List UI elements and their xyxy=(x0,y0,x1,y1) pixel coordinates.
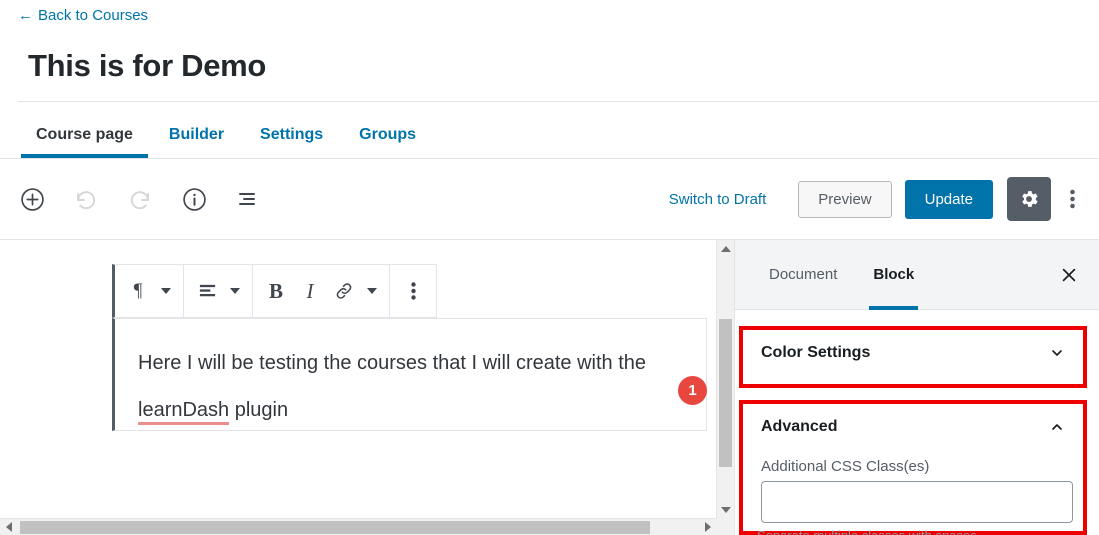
bold-button[interactable]: B xyxy=(259,265,293,317)
more-options-icon[interactable] xyxy=(1055,179,1089,219)
italic-button[interactable]: I xyxy=(293,265,327,317)
left-arrow-icon: ← xyxy=(18,7,33,24)
color-settings-title: Color Settings xyxy=(761,344,871,361)
additional-css-class-input[interactable] xyxy=(761,481,1073,523)
block-navigation-icon[interactable] xyxy=(232,183,264,215)
annotation-badge-1: 1 xyxy=(678,376,707,405)
block-options-vertical-ellipsis-icon[interactable] xyxy=(396,265,430,317)
triangle-down-icon[interactable] xyxy=(717,501,734,518)
advanced-hint-text: Separate multiple classes with spaces. xyxy=(757,528,1087,535)
color-settings-header[interactable]: Color Settings xyxy=(743,330,1083,362)
chevron-up-icon[interactable] xyxy=(1049,419,1065,435)
editor-canvas: ¶ B I Here I will be testing the courses… xyxy=(0,240,716,518)
close-x-icon[interactable] xyxy=(1055,261,1083,289)
vertical-scrollbar-thumb[interactable] xyxy=(719,319,732,467)
align-left-icon[interactable] xyxy=(190,265,224,317)
preview-button[interactable]: Preview xyxy=(798,180,892,218)
advanced-title: Advanced xyxy=(761,418,838,435)
block-options-group xyxy=(390,265,436,317)
block-settings-sidebar: Document Block Color Settings Advanced A… xyxy=(734,240,1099,535)
back-to-courses-link[interactable]: ← Back to Courses xyxy=(18,7,148,24)
triangle-right-icon[interactable] xyxy=(699,519,716,535)
add-block-icon[interactable] xyxy=(16,183,48,215)
update-button[interactable]: Update xyxy=(904,179,993,219)
course-tabs: Course page Builder Settings Groups xyxy=(18,112,434,158)
panel-advanced[interactable]: Advanced Additional CSS Class(es) xyxy=(739,400,1087,535)
horizontal-scrollbar-thumb[interactable] xyxy=(20,521,650,534)
additional-css-class-label: Additional CSS Class(es) xyxy=(761,458,930,475)
sidebar-tab-bar: Document Block xyxy=(735,240,1099,310)
tab-builder[interactable]: Builder xyxy=(151,126,242,158)
undo-icon[interactable] xyxy=(70,183,102,215)
editor-toolbar: Switch to Draft Preview Update xyxy=(0,159,1099,239)
link-chain-icon[interactable] xyxy=(327,265,361,317)
tab-course-page[interactable]: Course page xyxy=(18,126,151,158)
paragraph-text[interactable]: Here I will be testing the courses that … xyxy=(138,340,690,434)
switch-to-draft-button[interactable]: Switch to Draft xyxy=(653,191,783,208)
block-type-group: ¶ xyxy=(115,265,184,317)
scrollbar-corner xyxy=(716,518,734,535)
block-type-chevron-down-icon[interactable] xyxy=(155,265,177,317)
title-divider xyxy=(18,101,1099,102)
chevron-down-icon[interactable] xyxy=(1049,345,1065,361)
advanced-header[interactable]: Advanced xyxy=(743,404,1083,436)
tab-groups[interactable]: Groups xyxy=(341,126,434,158)
canvas-vertical-scrollbar[interactable] xyxy=(716,240,734,518)
redo-icon[interactable] xyxy=(124,183,156,215)
block-format-toolbar: ¶ B I xyxy=(112,264,437,318)
gear-icon[interactable] xyxy=(1007,177,1051,221)
paragraph-text-part2: plugin xyxy=(229,399,289,421)
rich-text-group: B I xyxy=(253,265,390,317)
paragraph-text-part1: Here I will be testing the courses that … xyxy=(138,352,647,374)
paragraph-pilcrow-icon[interactable]: ¶ xyxy=(121,265,155,317)
canvas-horizontal-scrollbar[interactable] xyxy=(0,518,716,535)
content-info-icon[interactable] xyxy=(178,183,210,215)
editor-toolbar-left-icons xyxy=(16,159,264,239)
alignment-chevron-down-icon[interactable] xyxy=(224,265,246,317)
sidebar-tab-document[interactable]: Document xyxy=(751,240,855,310)
rich-text-chevron-down-icon[interactable] xyxy=(361,265,383,317)
panel-color-settings[interactable]: Color Settings xyxy=(739,326,1087,388)
alignment-group xyxy=(184,265,253,317)
back-to-courses-label: Back to Courses xyxy=(38,7,149,24)
triangle-left-icon[interactable] xyxy=(0,519,17,535)
editor-toolbar-right-actions: Switch to Draft Preview Update xyxy=(653,159,1089,239)
triangle-up-icon[interactable] xyxy=(717,240,734,257)
page-title: This is for Demo xyxy=(28,48,267,83)
course-editor-page: ← Back to Courses This is for Demo Cours… xyxy=(0,0,1099,535)
misspelled-word: learnDash xyxy=(138,399,230,425)
sidebar-tab-block[interactable]: Block xyxy=(855,240,932,310)
tab-settings[interactable]: Settings xyxy=(242,126,341,158)
paragraph-block[interactable]: Here I will be testing the courses that … xyxy=(112,318,707,431)
